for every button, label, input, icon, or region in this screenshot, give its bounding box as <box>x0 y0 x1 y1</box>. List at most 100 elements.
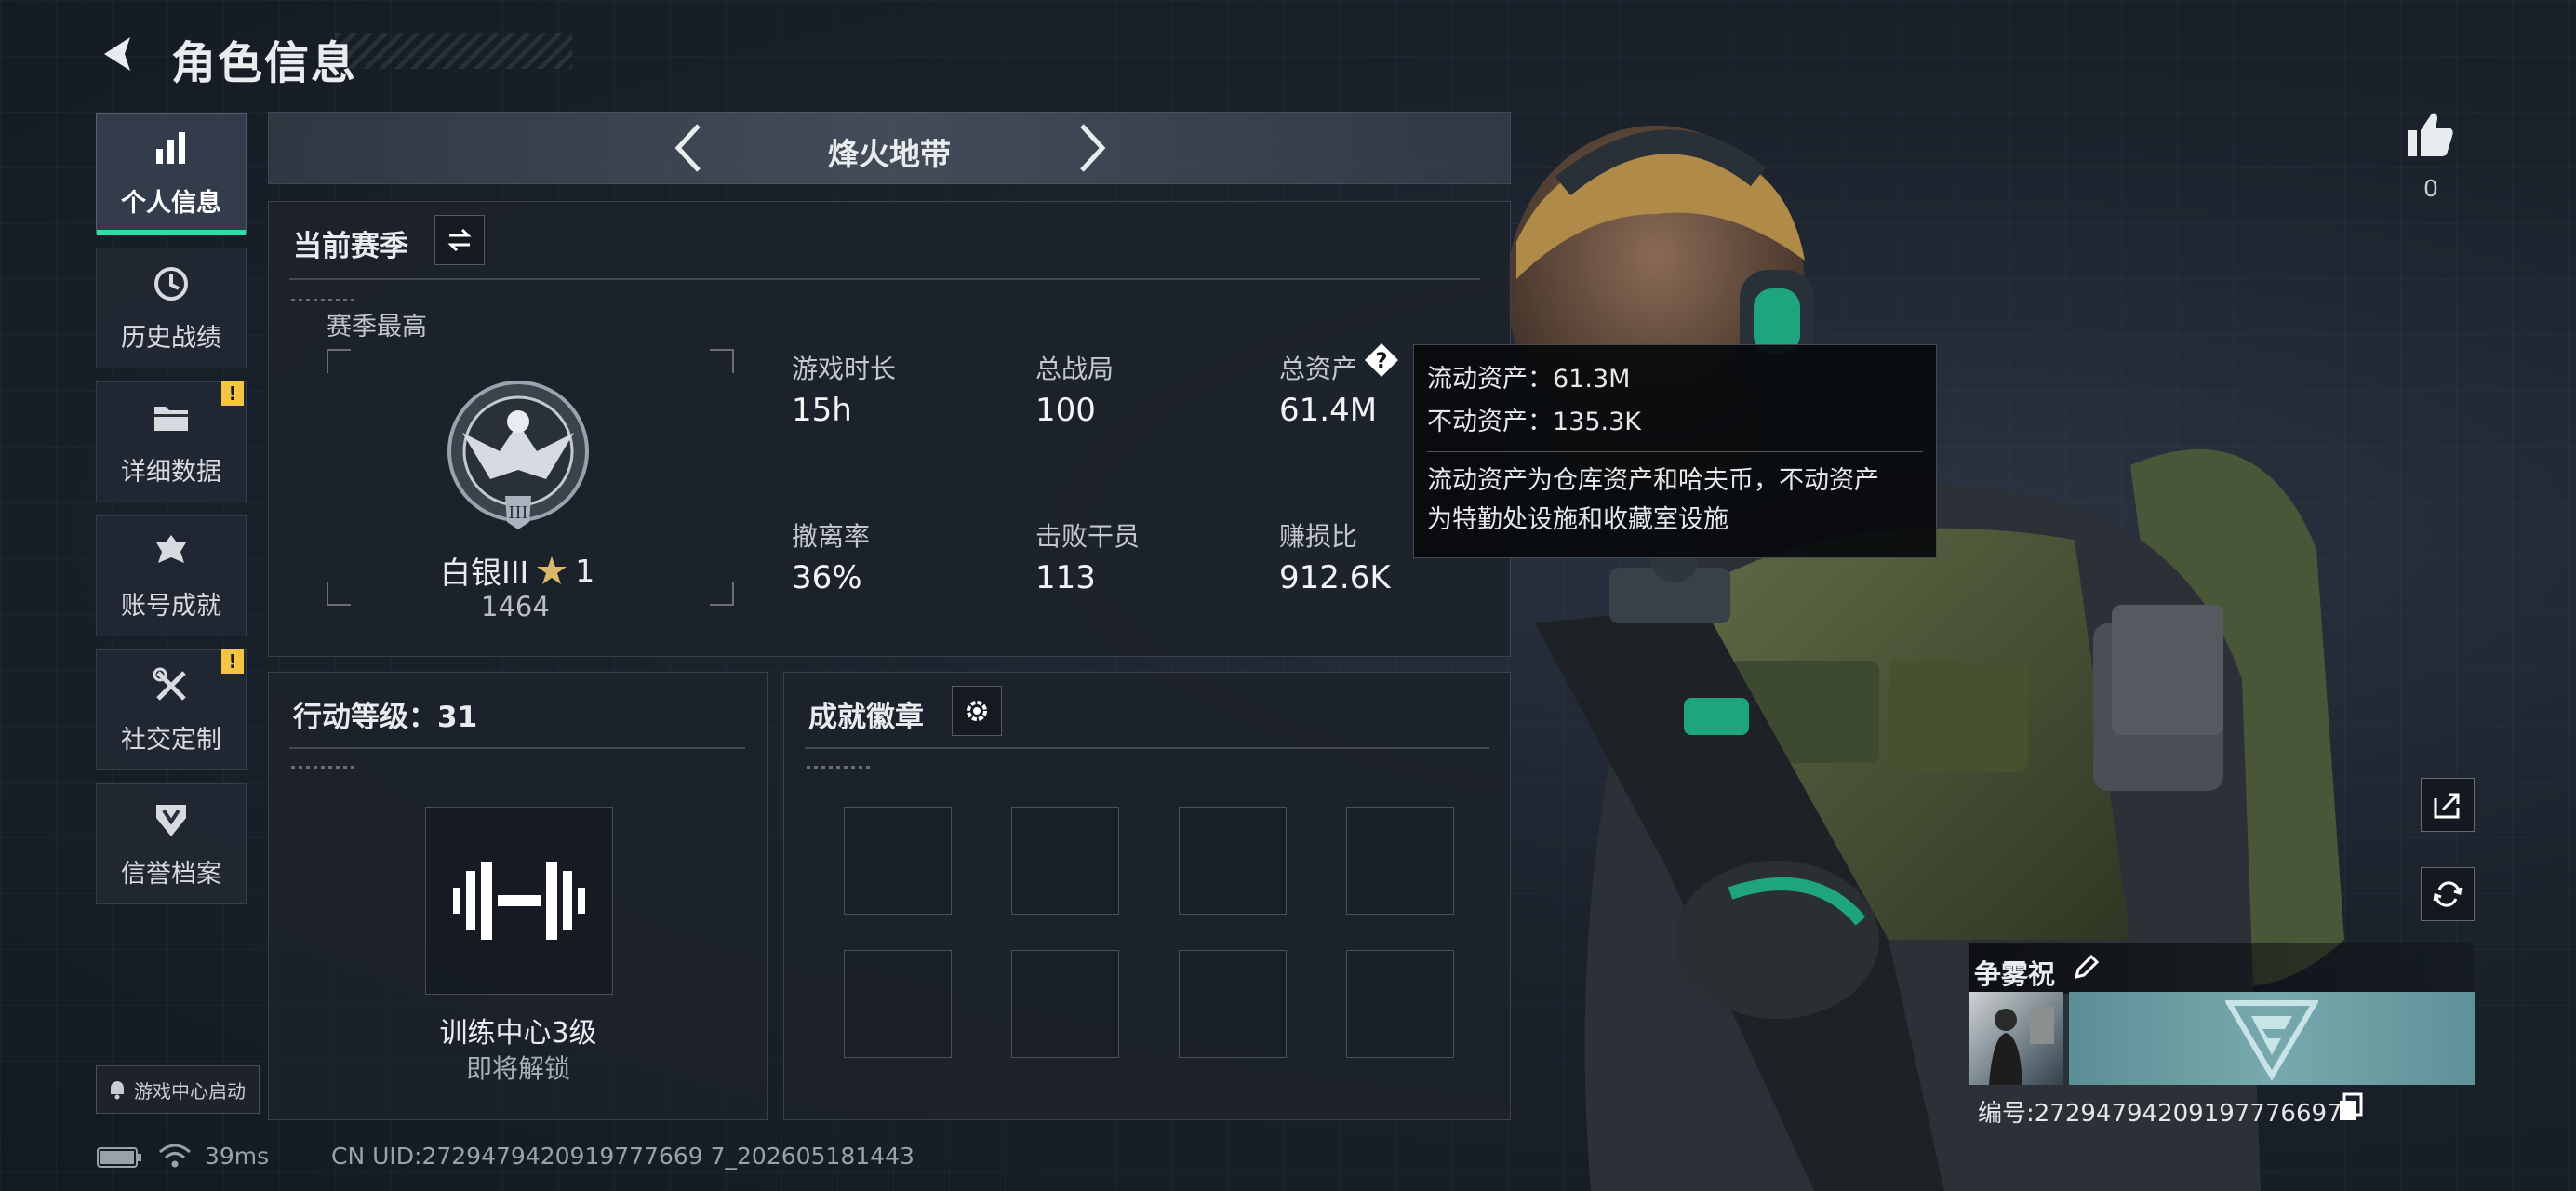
help-icon: ? <box>1365 343 1398 377</box>
share-button[interactable] <box>2421 778 2475 832</box>
warning-badge: ! <box>221 381 244 406</box>
sidebar-item-personal-info[interactable]: 个人信息 <box>96 113 247 235</box>
badge-slot[interactable] <box>1011 807 1119 915</box>
divider <box>289 747 745 749</box>
divider-decoration <box>291 299 356 301</box>
thumbs-up-icon[interactable] <box>2404 108 2456 160</box>
sidebar-item-credit[interactable]: 信誉档案 <box>96 783 247 904</box>
stat-value-total-assets: 61.4M <box>1279 392 1378 429</box>
divider <box>805 747 1489 749</box>
sidebar-item-achievements[interactable]: 账号成就 <box>96 515 247 636</box>
tooltip-description-line2: 为特勤处设施和收藏室设施 <box>1427 505 1728 534</box>
refresh-icon <box>2433 881 2463 907</box>
game-center-launch[interactable]: 游戏中心启动 <box>96 1065 260 1114</box>
frame-corner <box>710 349 734 373</box>
tooltip-liquid-assets: 流动资产：61.3M <box>1427 365 1631 394</box>
battery-icon <box>97 1147 141 1168</box>
player-avatar[interactable] <box>1969 992 2063 1085</box>
bar-chart-icon <box>156 131 185 164</box>
svg-text:III: III <box>508 503 527 523</box>
badge-slot[interactable] <box>1346 807 1454 915</box>
title-decoration <box>335 33 572 69</box>
player-name-bar: 争雾祝 <box>1969 943 2473 994</box>
sidebar-item-label: 账号成就 <box>121 591 221 621</box>
badge-slot[interactable] <box>1179 950 1287 1058</box>
badge-settings-button[interactable] <box>952 686 1002 736</box>
season-best-label: 赛季最高 <box>327 313 427 341</box>
tooltip-divider <box>1427 451 1923 452</box>
season-title: 当前赛季 <box>293 230 408 263</box>
copy-icon[interactable] <box>2337 1092 2365 1122</box>
star-icon <box>537 556 567 584</box>
tooltip-fixed-assets: 不动资产：135.3K <box>1427 408 1642 436</box>
sidebar-item-social[interactable]: 社交定制 ! <box>96 649 247 770</box>
operation-level-title: 行动等级：31 <box>293 701 478 734</box>
badge-slot[interactable] <box>1011 950 1119 1058</box>
badges-title: 成就徽章 <box>808 701 924 734</box>
tooltip-description-line1: 流动资产为仓库资产和哈夫币，不动资产 <box>1427 466 1879 495</box>
refresh-button[interactable] <box>2421 867 2475 921</box>
sidebar-item-history[interactable]: 历史战绩 <box>96 248 247 368</box>
frame-corner <box>327 582 351 606</box>
launch-label: 游戏中心启动 <box>134 1079 246 1103</box>
player-banner <box>2069 992 2475 1085</box>
badge-slot[interactable] <box>1179 807 1287 915</box>
folder-icon <box>154 406 188 431</box>
sidebar-item-label: 信誉档案 <box>121 859 221 889</box>
badge-slot[interactable] <box>844 807 952 915</box>
rank-score: 1464 <box>481 591 550 622</box>
sidebar-item-detailed-data[interactable]: 详细数据 ! <box>96 381 247 502</box>
stat-label-extract-rate: 撤离率 <box>792 521 871 552</box>
dumbbell-icon <box>453 862 585 940</box>
rank-emblem-icon: III <box>447 381 589 529</box>
operation-level-panel: 行动等级：31 训练中心3级 即将解锁 <box>268 672 768 1120</box>
help-button[interactable]: ? <box>1363 341 1400 379</box>
like-count: 0 <box>2423 175 2438 202</box>
training-center-status: 即将解锁 <box>465 1053 570 1084</box>
stat-label-matches: 总战局 <box>1035 354 1114 384</box>
stat-value-extract-rate: 36% <box>792 559 862 596</box>
season-switch-button[interactable] <box>434 215 485 265</box>
stat-value-playtime: 15h <box>792 392 852 429</box>
stat-label-playtime: 游戏时长 <box>792 354 897 384</box>
ping-value: 39ms <box>205 1143 270 1170</box>
wifi-icon <box>159 1144 191 1168</box>
tools-icon <box>153 667 186 701</box>
stat-label-profit-ratio: 赚损比 <box>1279 521 1358 552</box>
stat-value-kills: 113 <box>1035 559 1096 596</box>
rank-name: 白银III <box>440 555 529 591</box>
page-title: 角色信息 <box>171 37 358 89</box>
mode-title: 烽火地带 <box>828 136 951 172</box>
stat-value-matches: 100 <box>1035 392 1096 429</box>
shield-icon <box>156 804 186 836</box>
mode-selector: 烽火地带 <box>268 112 1511 184</box>
achievement-badges-panel: 成就徽章 <box>783 672 1511 1120</box>
uid-text: CN UID:2729479420919777669 7_20260518144… <box>331 1143 914 1170</box>
divider-decoration <box>807 766 872 769</box>
achievement-icon <box>156 534 186 563</box>
player-name: 争雾祝 <box>1974 958 2056 990</box>
svg-text:?: ? <box>1376 350 1388 373</box>
training-center-tile[interactable] <box>425 807 613 995</box>
divider <box>289 278 1480 280</box>
rank-stars: 1 <box>575 552 595 589</box>
frame-corner <box>710 582 734 606</box>
gear-icon <box>967 701 987 721</box>
swap-icon <box>447 228 472 252</box>
frame-corner <box>327 349 351 373</box>
share-icon <box>2434 793 2460 819</box>
back-arrow-icon[interactable] <box>97 32 141 76</box>
chevron-right-icon[interactable] <box>1074 120 1112 176</box>
history-icon <box>154 266 188 301</box>
sidebar-item-label: 历史战绩 <box>121 323 221 353</box>
sidebar-item-label: 社交定制 <box>121 725 221 755</box>
badge-slot[interactable] <box>1346 950 1454 1058</box>
badge-slot[interactable] <box>844 950 952 1058</box>
bell-icon <box>111 1081 124 1100</box>
divider-decoration <box>291 766 356 769</box>
stat-value-profit-ratio: 912.6K <box>1279 559 1391 596</box>
assets-tooltip: 流动资产：61.3M 不动资产：135.3K 流动资产为仓库资产和哈夫币，不动资… <box>1413 344 1937 558</box>
player-id: 编号:27294794209197776697 <box>1978 1100 2342 1128</box>
edit-icon[interactable] <box>2071 953 2101 983</box>
sidebar-item-label: 个人信息 <box>121 188 221 218</box>
